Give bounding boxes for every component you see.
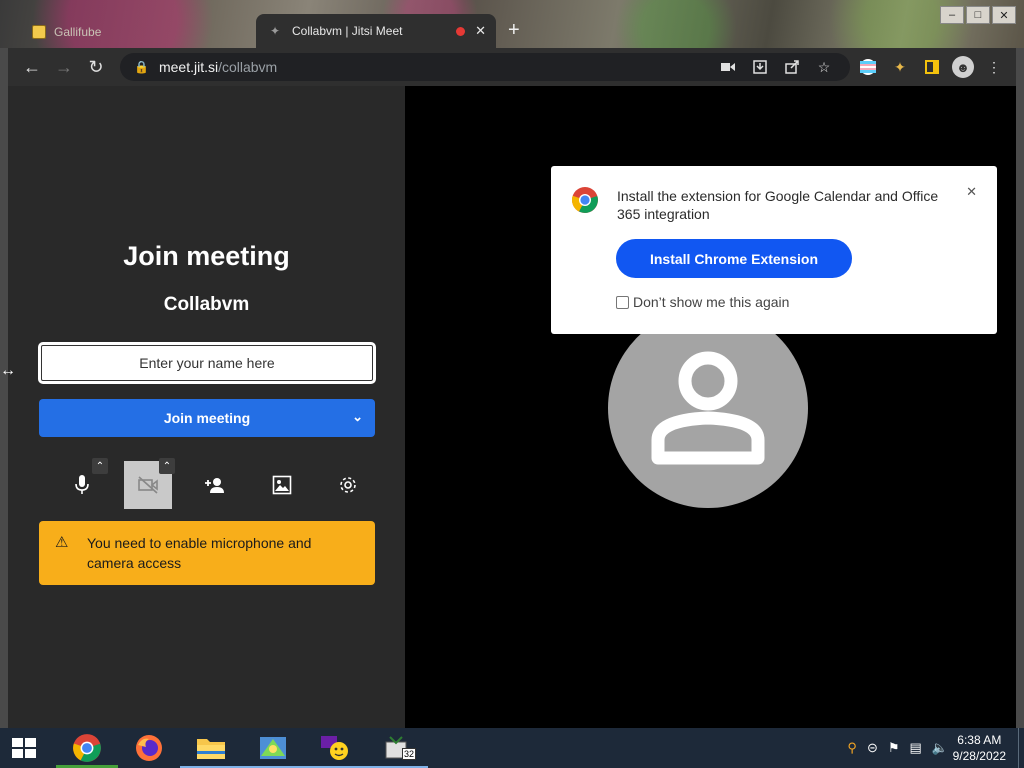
join-options-chevron-icon[interactable]: ⌄	[352, 409, 363, 425]
warning-triangle-icon: ⚠	[55, 534, 69, 551]
camera-off-icon	[138, 476, 158, 494]
browser-toolbar: ← → ↻ 🔒 meet.jit.si/collabvm ☆ ✦ ☻ ⋮	[8, 48, 1016, 86]
firefox-icon	[136, 735, 162, 761]
person-icon	[651, 351, 765, 465]
join-meeting-heading: Join meeting	[123, 241, 290, 271]
tab-active[interactable]: ✦ Collabvm | Jitsi Meet ✕	[256, 14, 496, 48]
gear-icon	[340, 477, 356, 493]
tab-inactive-title: Gallifube	[54, 25, 102, 39]
settings-button[interactable]	[324, 461, 372, 509]
image-icon	[272, 475, 292, 495]
chrome-icon	[73, 734, 101, 762]
address-bar-actions: ☆	[716, 53, 836, 81]
browser-menu-icon[interactable]: ⋮	[982, 53, 1006, 81]
volume-icon[interactable]: 🔈	[932, 740, 948, 756]
virtual-background-button[interactable]	[258, 461, 306, 509]
microphone-icon	[75, 475, 89, 494]
profile-flag-icon[interactable]	[856, 53, 880, 81]
microphone-options-caret[interactable]: ⌃	[92, 458, 108, 474]
windows-taskbar: 32 ⚲ ⊝ ⚑ ▤ 🔈 6:38 AM 9/28/2022	[0, 728, 1024, 768]
join-meeting-button-label: Join meeting	[163, 410, 251, 426]
taskbar-file-explorer[interactable]	[180, 728, 242, 768]
url-path: /collabvm	[218, 59, 278, 75]
extensions-area: ✦ ☻ ⋮	[856, 53, 1006, 81]
install-extension-button[interactable]: Install Chrome Extension	[616, 239, 852, 278]
back-button[interactable]: ←	[16, 51, 48, 83]
camera-options-caret[interactable]: ⌃	[159, 458, 175, 474]
windows-start-icon[interactable]	[10, 736, 38, 760]
minimize-button[interactable]: –	[940, 6, 964, 24]
join-meeting-button[interactable]: Join meeting ⌄	[39, 399, 375, 437]
window-border-left	[0, 48, 8, 728]
add-person-icon	[205, 478, 224, 493]
show-desktop-button[interactable]	[1018, 728, 1024, 768]
side-panel-icon[interactable]	[920, 53, 944, 81]
taskbar-yahoo-messenger[interactable]	[304, 728, 366, 768]
clock-date: 9/28/2022	[952, 749, 1006, 763]
bookmark-star-icon[interactable]: ☆	[812, 53, 836, 81]
taskbar-app-green[interactable]	[242, 728, 304, 768]
name-input[interactable]	[38, 342, 376, 384]
flag-alert-icon[interactable]: ⚑	[888, 740, 900, 756]
notification-close-icon[interactable]: ✕	[966, 184, 977, 200]
maximize-button[interactable]: □	[966, 6, 990, 24]
default-avatar	[608, 308, 808, 508]
url-host: meet.jit.si	[158, 59, 219, 75]
window-border-right	[1016, 48, 1024, 728]
browser-title-bar: Gallifube ✦ Collabvm | Jitsi Meet ✕ + – …	[0, 0, 1024, 48]
close-window-button[interactable]: ✕	[992, 6, 1016, 24]
folder-icon	[197, 739, 225, 759]
tab-active-title: Collabvm | Jitsi Meet	[292, 24, 403, 38]
resize-cursor-icon: ↔	[0, 362, 16, 379]
permission-warning: ⚠ You need to enable microphone and came…	[39, 521, 375, 585]
chrome-logo-icon	[572, 187, 598, 213]
reload-button[interactable]: ↻	[80, 51, 112, 83]
search-tray-icon[interactable]: ⚲	[847, 740, 857, 756]
app-window-icon	[260, 737, 286, 759]
dont-show-checkbox[interactable]	[616, 295, 629, 309]
taskbar-chrome[interactable]	[56, 728, 118, 768]
extensions-puzzle-icon[interactable]: ✦	[888, 53, 912, 81]
forward-button[interactable]: →	[48, 51, 80, 83]
minus-circle-icon[interactable]: ⊝	[867, 740, 878, 756]
window-controls: – □ ✕	[940, 6, 1016, 24]
camera-in-use-icon[interactable]	[716, 53, 740, 81]
invite-button[interactable]	[191, 461, 239, 509]
tab-close-icon[interactable]: ✕	[475, 23, 486, 39]
room-name: Collabvm	[163, 294, 250, 315]
notification-message: Install the extension for Google Calenda…	[617, 188, 939, 222]
yahoo-messenger-icon	[321, 736, 348, 760]
clock-time: 6:38 AM	[957, 733, 1002, 747]
tab-favicon-icon	[32, 25, 46, 39]
profile-avatar-icon[interactable]: ☻	[952, 56, 974, 78]
system-tray: ⚲ ⊝ ⚑ ▤ 🔈	[847, 740, 948, 756]
taskbar-app-32[interactable]: 32	[366, 728, 428, 768]
taskbar-clock[interactable]: 6:38 AM 9/28/2022	[953, 732, 1006, 764]
prejoin-panel: Join meeting Collabvm Join meeting ⌄ ⌃ ⌃	[8, 86, 405, 728]
page-content: Join meeting Collabvm Join meeting ⌄ ⌃ ⌃	[8, 86, 1016, 728]
network-icon[interactable]: ▤	[910, 740, 922, 756]
new-tab-button[interactable]: +	[508, 18, 520, 42]
jitsi-favicon-icon: ✦	[270, 24, 281, 38]
tab-inactive[interactable]: Gallifube	[18, 16, 250, 48]
taskbar-firefox[interactable]	[118, 728, 180, 768]
share-icon[interactable]	[780, 53, 804, 81]
app-badge-count: 32	[402, 748, 417, 760]
dont-show-again-option[interactable]: Don’t show me this again	[616, 294, 789, 310]
dont-show-label: Don’t show me this again	[633, 294, 790, 310]
media-controls: ⌃ ⌃	[50, 458, 372, 509]
recording-indicator-icon	[456, 26, 466, 36]
lock-icon[interactable]: 🔒	[134, 60, 149, 74]
extension-notification: Install the extension for Google Calenda…	[551, 166, 997, 334]
install-app-icon[interactable]	[748, 53, 772, 81]
warning-text: You need to enable microphone and camera…	[87, 535, 312, 571]
